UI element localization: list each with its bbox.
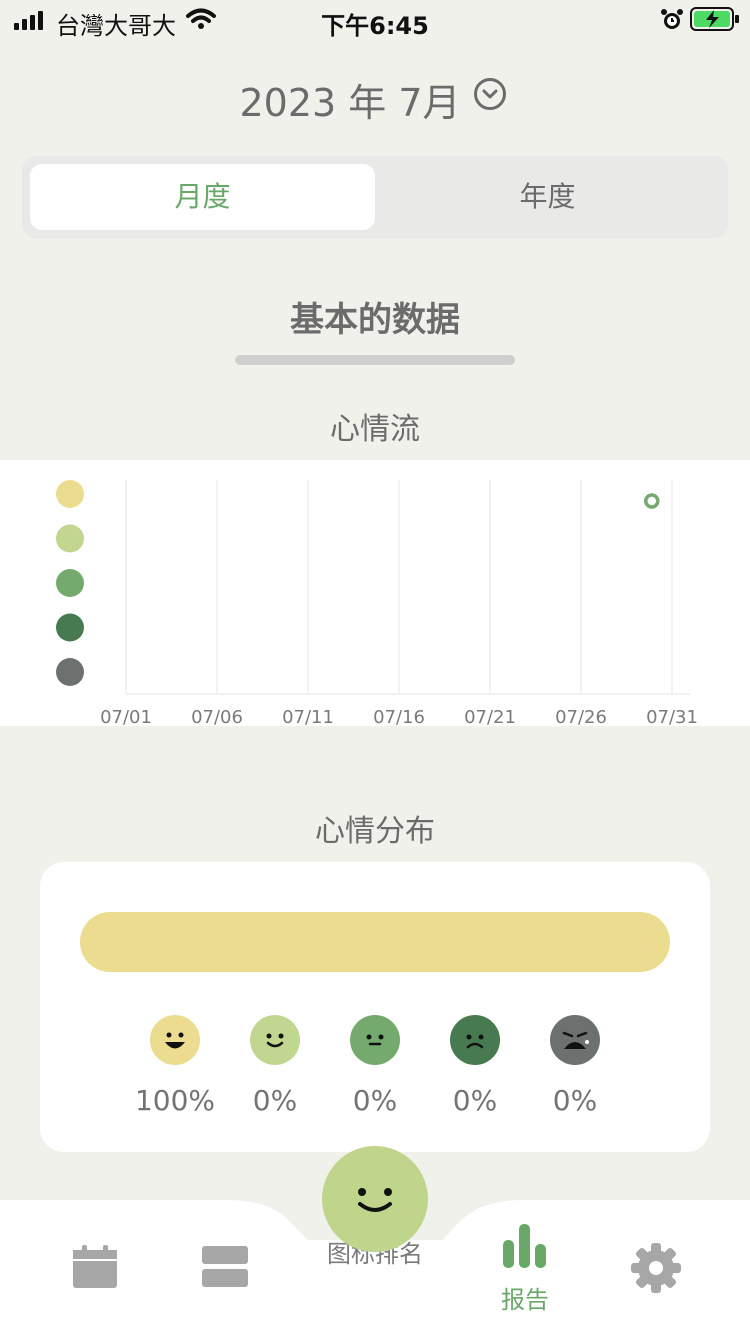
status-time: 下午6:45: [321, 12, 429, 40]
tab-report[interactable]: 报告: [495, 1220, 555, 1314]
mood-distribution-bar: [80, 912, 670, 972]
smile-face-icon: [358, 1188, 392, 1212]
mood-flow-chart: 07/01 07/06 07/11 07/16 07/21 07/26 07/31: [0, 460, 750, 728]
mood-level-dot: [56, 658, 84, 686]
mood-awful-percent: 0%: [552, 1084, 598, 1117]
tab-calendar[interactable]: [72, 1244, 118, 1290]
gear-icon: [631, 1243, 681, 1293]
x-tick-label: 07/06: [191, 707, 243, 726]
month-selector-label[interactable]: 2023 年 7月: [0, 72, 700, 127]
mood-good-percent: 0%: [252, 1084, 298, 1117]
tab-report-label: 报告: [501, 1286, 549, 1314]
tab-yearly-label: 年度: [519, 180, 576, 213]
list-icon: [202, 1246, 248, 1287]
section-underline: [235, 355, 515, 365]
tab-monthly-label: 月度: [174, 180, 231, 213]
alarm-icon: [661, 9, 683, 29]
x-tick-label: 07/01: [100, 707, 152, 726]
mood-distribution-title: 心情分布: [315, 814, 435, 849]
x-tick-label: 07/16: [373, 707, 425, 726]
mood-okay-icon: [350, 1015, 400, 1065]
add-mood-fab[interactable]: [322, 1146, 428, 1252]
x-tick-label: 07/26: [555, 707, 607, 726]
mood-great-icon: [150, 1015, 200, 1065]
mood-great-percent: 100%: [134, 1084, 216, 1117]
mood-awful-icon: [550, 1015, 600, 1065]
tab-monthly[interactable]: 月度: [30, 164, 375, 230]
tab-settings[interactable]: [630, 1242, 682, 1294]
section-title: 基本的数据: [290, 300, 460, 340]
calendar-icon: [73, 1245, 117, 1288]
status-bar: 台灣大哥大 下午6:45: [0, 0, 750, 40]
mood-level-dot: [56, 613, 84, 642]
mood-flow-title: 心情流: [330, 412, 420, 447]
mood-level-dot: [56, 480, 84, 508]
x-tick-label: 07/11: [282, 707, 334, 726]
tab-entries[interactable]: [202, 1246, 248, 1288]
x-tick-label: 07/31: [646, 707, 698, 726]
tab-yearly[interactable]: 年度: [375, 164, 720, 230]
mood-bad-percent: 0%: [452, 1084, 498, 1117]
mood-okay-percent: 0%: [352, 1084, 398, 1117]
mood-flow-svg: 07/01 07/06 07/11 07/16 07/21 07/26 07/31: [56, 480, 698, 728]
mood-good-icon: [250, 1015, 300, 1065]
mood-bad-icon: [450, 1015, 500, 1065]
bar-chart-icon: [503, 1224, 546, 1268]
mood-level-dot: [56, 569, 84, 597]
mood-data-point: [644, 493, 660, 509]
x-tick-label: 07/21: [464, 707, 516, 726]
chevron-down-icon[interactable]: [474, 78, 506, 110]
battery-charging-icon: [690, 7, 739, 31]
mood-level-dot: [56, 524, 84, 553]
